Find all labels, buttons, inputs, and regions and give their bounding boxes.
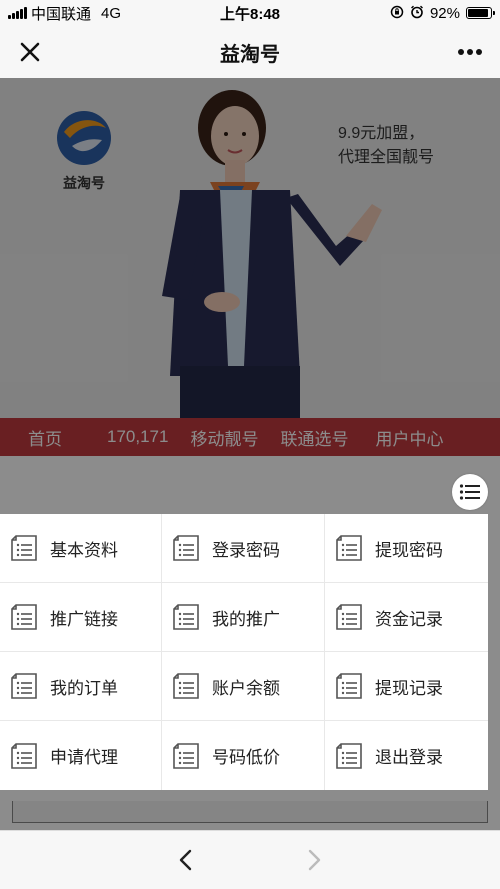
list-icon (459, 484, 480, 500)
nav-unicom-numbers[interactable]: 联通选号 (269, 425, 359, 450)
menu-item-withdraw-records[interactable]: 提现记录 (325, 652, 488, 721)
forward-button[interactable] (295, 840, 335, 880)
app-navbar: 益淘号 (0, 26, 500, 78)
list-doc-icon (336, 742, 362, 769)
chevron-left-icon (179, 849, 192, 871)
spokesperson-image (162, 90, 382, 418)
menu-item-label: 推广链接 (50, 609, 118, 629)
menu-item-label: 基本资料 (50, 540, 118, 560)
menu-item-label: 提现记录 (375, 678, 443, 698)
list-doc-icon (173, 742, 199, 769)
menu-item-promo-link[interactable]: 推广链接 (0, 583, 162, 652)
user-menu-panel: 基本资料 登录密码 提现密码 推广链接 我的推广 资金记录 我的订单 账户余额 … (0, 514, 488, 790)
list-doc-icon (173, 535, 199, 561)
nav-170-171[interactable]: 170,171 (96, 427, 179, 447)
logo-icon (57, 111, 111, 165)
list-doc-icon (336, 604, 362, 630)
close-button[interactable] (0, 26, 60, 78)
site-nav: 首页 170,171 移动靓号 联通选号 用户中心 (0, 418, 500, 456)
logo-text: 益淘号 (63, 175, 105, 191)
chevron-right-icon (308, 849, 321, 871)
list-doc-icon (336, 673, 362, 699)
menu-item-label: 退出登录 (375, 748, 443, 767)
list-doc-icon (11, 535, 37, 561)
list-doc-icon (11, 742, 37, 769)
menu-item-my-promotions[interactable]: 我的推广 (162, 583, 325, 652)
list-doc-icon (11, 673, 37, 699)
list-doc-icon (336, 535, 362, 561)
more-dots-icon (458, 49, 482, 55)
more-button[interactable] (440, 26, 500, 78)
battery-icon (466, 7, 495, 19)
back-button[interactable] (165, 840, 205, 880)
menu-item-label: 提现密码 (375, 540, 443, 560)
list-doc-icon (11, 604, 37, 630)
menu-item-label: 资金记录 (375, 609, 443, 629)
menu-item-fund-records[interactable]: 资金记录 (325, 583, 488, 652)
menu-item-label: 申请代理 (50, 748, 118, 767)
battery-percent: 92% (429, 4, 460, 22)
alarm-icon (410, 5, 424, 22)
menu-item-login-password[interactable]: 登录密码 (162, 514, 325, 583)
menu-item-account-balance[interactable]: 账户余额 (162, 652, 325, 721)
menu-item-label: 登录密码 (212, 540, 280, 560)
menu-item-logout[interactable]: 退出登录 (325, 721, 488, 790)
list-doc-icon (173, 604, 199, 630)
nav-mobile-numbers[interactable]: 移动靓号 (179, 425, 269, 450)
menu-item-my-orders[interactable]: 我的订单 (0, 652, 162, 721)
nav-user-center[interactable]: 用户中心 (365, 425, 454, 450)
menu-item-label: 账户余额 (212, 678, 280, 698)
menu-item-withdraw-password[interactable]: 提现密码 (325, 514, 488, 583)
promo-banner[interactable]: 益淘号 9.9元加盟， 代理全国靓号 (0, 78, 500, 418)
page-title: 益淘号 (220, 43, 280, 66)
content-box (12, 801, 488, 823)
browser-toolbar (0, 830, 500, 889)
menu-item-basic-info[interactable]: 基本资料 (0, 514, 162, 583)
menu-item-label: 我的订单 (50, 678, 118, 698)
status-left: 中国联通 4G (8, 3, 168, 24)
status-bar: 中国联通 4G 上午8:48 92% (0, 0, 500, 26)
status-right: 92% (332, 4, 495, 22)
status-time: 上午8:48 (219, 5, 281, 23)
list-doc-icon (173, 673, 199, 699)
network-label: 4G (101, 4, 122, 22)
menu-toggle-button[interactable] (452, 474, 488, 510)
brand-logo: 益淘号 (56, 110, 112, 193)
signal-icon (8, 7, 27, 19)
rotation-lock-icon (390, 5, 404, 22)
menu-item-label: 我的推广 (212, 609, 280, 629)
carrier-label: 中国联通 (31, 5, 92, 23)
close-icon (20, 42, 40, 62)
menu-item-label: 号码低价 (212, 748, 280, 767)
menu-item-apply-agent[interactable]: 申请代理 (0, 721, 162, 790)
nav-home[interactable]: 首页 (0, 425, 96, 450)
menu-item-low-price-numbers[interactable]: 号码低价 (162, 721, 325, 790)
